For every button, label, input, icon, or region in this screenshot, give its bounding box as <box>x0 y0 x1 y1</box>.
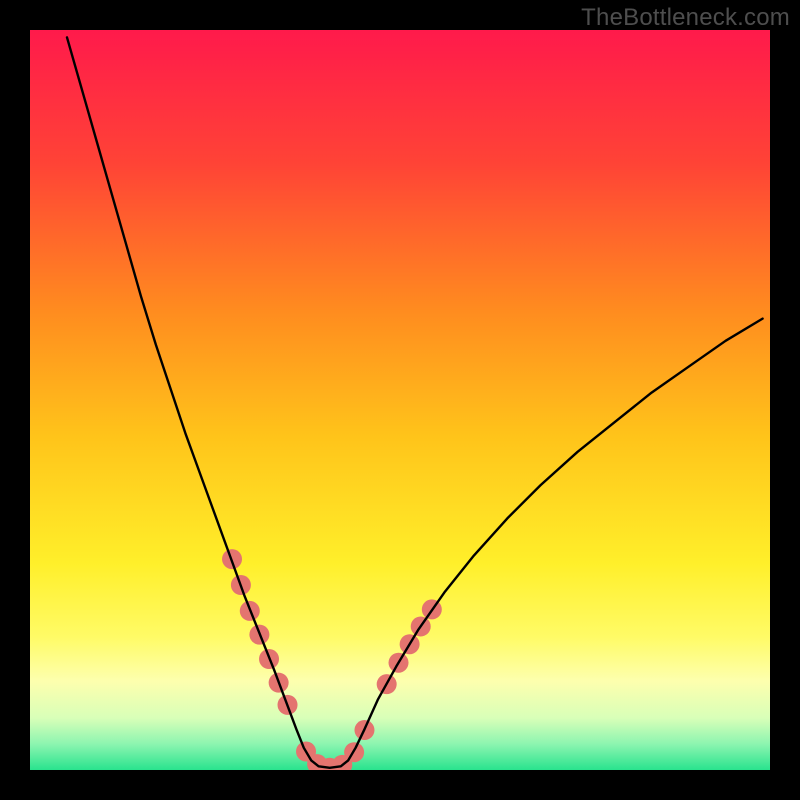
chart-frame: TheBottleneck.com <box>0 0 800 800</box>
plot-area <box>30 30 770 770</box>
chart-svg <box>30 30 770 770</box>
watermark-text: TheBottleneck.com <box>581 4 790 32</box>
